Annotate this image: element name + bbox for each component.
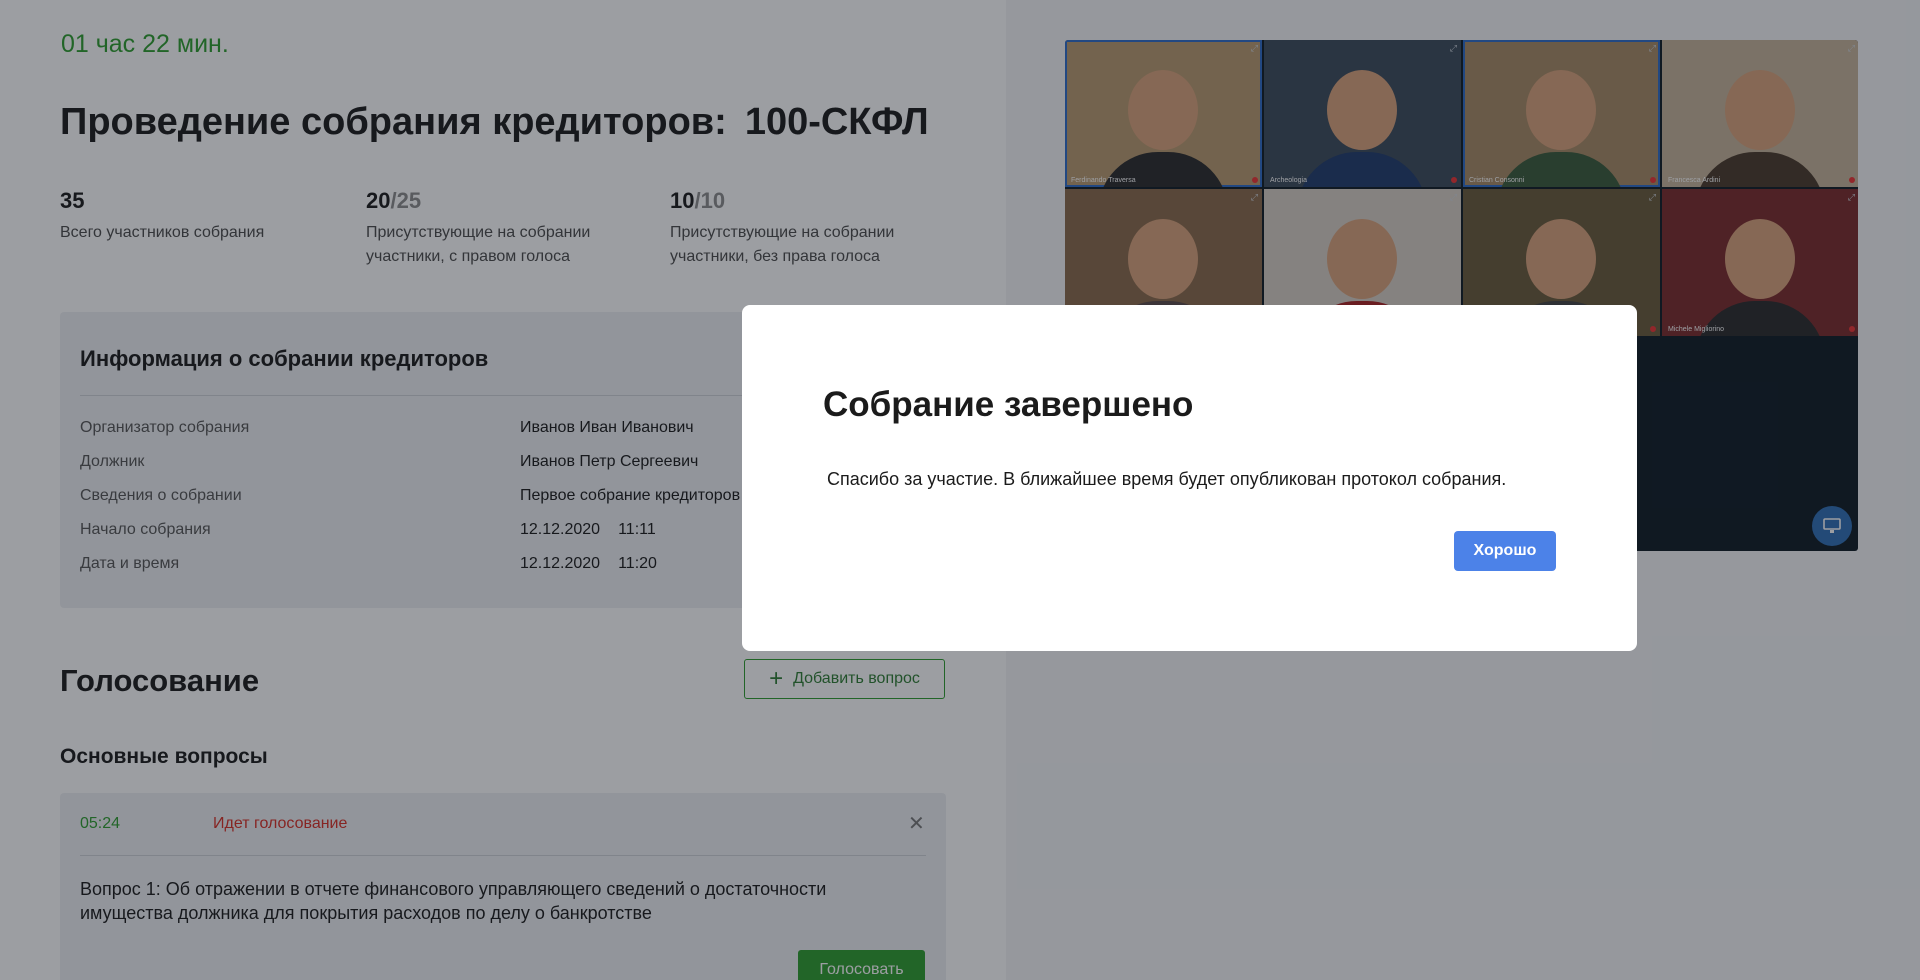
dialog-message: Спасибо за участие. В ближайшее время бу… (827, 469, 1507, 489)
meeting-ended-dialog: Собрание завершено Спасибо за участие. В… (742, 305, 1637, 651)
ok-button[interactable]: Хорошо (1454, 531, 1556, 571)
dialog-title: Собрание завершено (823, 385, 1194, 424)
